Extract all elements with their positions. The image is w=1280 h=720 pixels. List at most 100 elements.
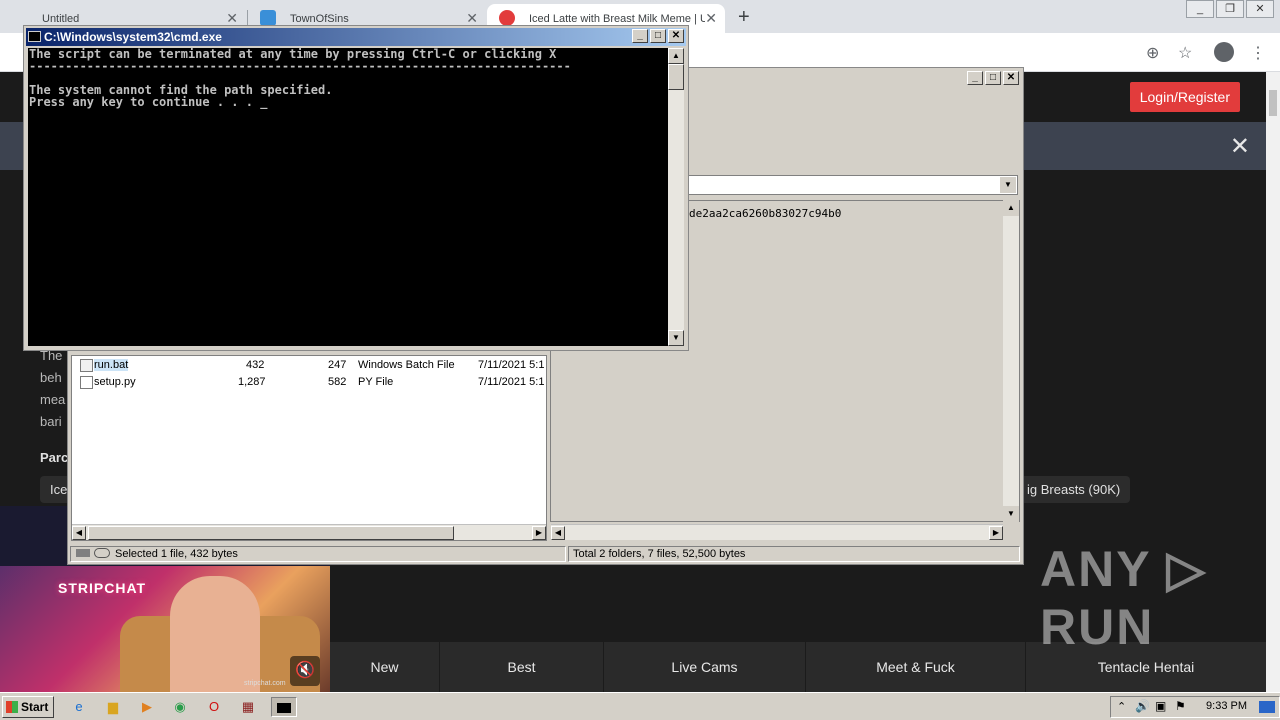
- file-icon: [80, 376, 93, 389]
- console-icon: [277, 703, 291, 713]
- path-combobox[interactable]: ▼: [688, 175, 1018, 195]
- file-row[interactable]: setup.py 1,287 582 PY File 7/11/2021 5:1: [78, 375, 548, 391]
- scroll-up-icon[interactable]: ▲: [1003, 200, 1019, 216]
- console-icon: [28, 31, 41, 42]
- media-player-icon[interactable]: ▶: [136, 697, 158, 717]
- maximize-button[interactable]: □: [650, 29, 666, 43]
- status-selection: Selected 1 file, 432 bytes: [70, 546, 566, 562]
- nav-best[interactable]: Best: [440, 642, 604, 692]
- file-modified: 7/11/2021 5:1: [478, 376, 545, 388]
- tab-title: TownOfSins: [290, 12, 349, 25]
- cmd-titlebar[interactable]: C:\Windows\system32\cmd.exe _ □ ✕: [26, 28, 686, 46]
- file-type: PY File: [358, 376, 394, 388]
- close-button[interactable]: ✕: [668, 29, 684, 43]
- promo-brand: STRIPCHAT: [58, 580, 147, 596]
- system-tray: ⌃ 🔊 ▣ ⚑ 9:33 PM: [1110, 696, 1280, 718]
- file-row[interactable]: run.bat 432 247 Windows Batch File 7/11/…: [78, 358, 548, 374]
- network-icon[interactable]: ▣: [1155, 699, 1166, 713]
- star-icon[interactable]: ☆: [1178, 43, 1192, 63]
- scroll-left-icon[interactable]: ◀: [72, 526, 86, 540]
- file-list: run.bat 432 247 Windows Batch File 7/11/…: [71, 355, 547, 541]
- opera-icon[interactable]: O: [203, 697, 225, 717]
- file-packed: 582: [328, 376, 347, 388]
- drive-icon: [76, 549, 90, 557]
- scroll-right-icon[interactable]: ▶: [989, 526, 1003, 540]
- close-button[interactable]: ✕: [1246, 0, 1274, 18]
- file-modified: 7/11/2021 5:1: [478, 359, 545, 371]
- nav-live-cams[interactable]: Live Cams: [604, 642, 806, 692]
- maximize-button[interactable]: ❐: [1216, 0, 1244, 18]
- cmd-window: C:\Windows\system32\cmd.exe _ □ ✕ The sc…: [23, 25, 689, 351]
- horizontal-scrollbar[interactable]: ◀ ▶: [551, 524, 1003, 540]
- show-desktop-icon[interactable]: [1259, 701, 1275, 713]
- vertical-scrollbar[interactable]: ▲ ▼: [668, 48, 684, 346]
- profile-icon[interactable]: [1214, 42, 1234, 62]
- maximize-button[interactable]: □: [985, 71, 1001, 85]
- vertical-scrollbar[interactable]: ▲ ▼: [1003, 200, 1019, 522]
- favicon-icon: [499, 10, 515, 26]
- tray-expand-icon[interactable]: ⌃: [1117, 700, 1126, 713]
- body-text-line: bari: [40, 414, 62, 429]
- anyrun-watermark: ANY ▷ RUN: [1040, 541, 1208, 655]
- windows-logo-icon: [6, 701, 18, 713]
- file-name: setup.py: [94, 376, 136, 388]
- body-text-line: beh: [40, 370, 62, 385]
- scroll-right-icon[interactable]: ▶: [532, 526, 546, 540]
- close-icon[interactable]: ✕: [1230, 132, 1250, 161]
- flag-icon[interactable]: ⚑: [1175, 699, 1186, 713]
- file-size: 432: [246, 359, 265, 371]
- start-button[interactable]: Start: [2, 696, 54, 718]
- window-controls: _ ❐ ✕: [1184, 0, 1274, 18]
- close-icon[interactable]: ✕: [705, 10, 717, 27]
- nav-meet-fuck[interactable]: Meet & Fuck: [806, 642, 1026, 692]
- start-label: Start: [21, 700, 49, 714]
- scrollbar-thumb[interactable]: [1269, 90, 1277, 116]
- volume-icon[interactable]: 🔊: [1135, 699, 1150, 713]
- tab-title: Untitled: [42, 12, 80, 25]
- new-tab-button[interactable]: +: [738, 6, 750, 29]
- cmd-taskbar-button[interactable]: [271, 697, 297, 717]
- chrome-icon[interactable]: ◉: [169, 697, 191, 717]
- scroll-left-icon[interactable]: ◀: [551, 526, 565, 540]
- minimize-button[interactable]: _: [632, 29, 648, 43]
- file-type: Windows Batch File: [358, 359, 455, 371]
- ie-icon[interactable]: e: [68, 697, 90, 717]
- scrollbar-thumb[interactable]: [88, 526, 454, 540]
- scrollbar-thumb[interactable]: [668, 64, 684, 90]
- favicon-icon: [260, 10, 276, 26]
- add-site-icon[interactable]: ⊕: [1146, 43, 1159, 63]
- nav-new[interactable]: New: [330, 642, 440, 692]
- window-title: C:\Windows\system32\cmd.exe: [44, 30, 222, 44]
- folder-icon[interactable]: ▆: [102, 697, 124, 717]
- minimize-button[interactable]: _: [967, 71, 983, 85]
- winrar-icon[interactable]: ▦: [237, 697, 259, 717]
- taskbar: Start e ▆ ▶ ◉ O ▦ ⌃ 🔊 ▣ ⚑ 9:33 PM: [0, 692, 1280, 720]
- tag-chip[interactable]: ig Breasts (90K): [1017, 476, 1131, 503]
- body-text-line: mea: [40, 392, 66, 407]
- chevron-down-icon[interactable]: ▼: [1000, 177, 1016, 193]
- horizontal-scrollbar[interactable]: ◀ ▶: [72, 524, 546, 540]
- window-controls: _ □ ✕: [630, 29, 684, 43]
- file-size: 1,287: [238, 376, 266, 388]
- promo-watermark: stripchat.com: [244, 680, 286, 687]
- file-name: run.bat: [94, 359, 129, 371]
- console-output[interactable]: The script can be terminated at any time…: [28, 48, 668, 346]
- scroll-down-icon[interactable]: ▼: [668, 330, 684, 346]
- scroll-down-icon[interactable]: ▼: [1003, 506, 1019, 522]
- key-icon: [94, 548, 110, 558]
- login-register-button[interactable]: Login/Register: [1129, 82, 1240, 112]
- scroll-up-icon[interactable]: ▲: [668, 48, 684, 64]
- batch-file-icon: [80, 359, 93, 372]
- mute-icon[interactable]: 🔇: [290, 656, 320, 686]
- clock[interactable]: 9:33 PM: [1206, 700, 1247, 712]
- console-line: Press any key to continue . . . _: [29, 95, 268, 109]
- menu-icon[interactable]: ⋮: [1250, 43, 1266, 63]
- file-packed: 247: [328, 359, 347, 371]
- hash-text: de2aa2ca6260b83027c94b0: [689, 207, 842, 220]
- close-button[interactable]: ✕: [1003, 71, 1019, 85]
- promo-image: [170, 576, 260, 692]
- tab-title: Iced Latte with Breast Milk Meme | U: [529, 12, 705, 25]
- minimize-button[interactable]: _: [1186, 0, 1214, 18]
- status-bar: Selected 1 file, 432 bytes Total 2 folde…: [70, 545, 1021, 563]
- window-controls: _ □ ✕: [965, 71, 1019, 85]
